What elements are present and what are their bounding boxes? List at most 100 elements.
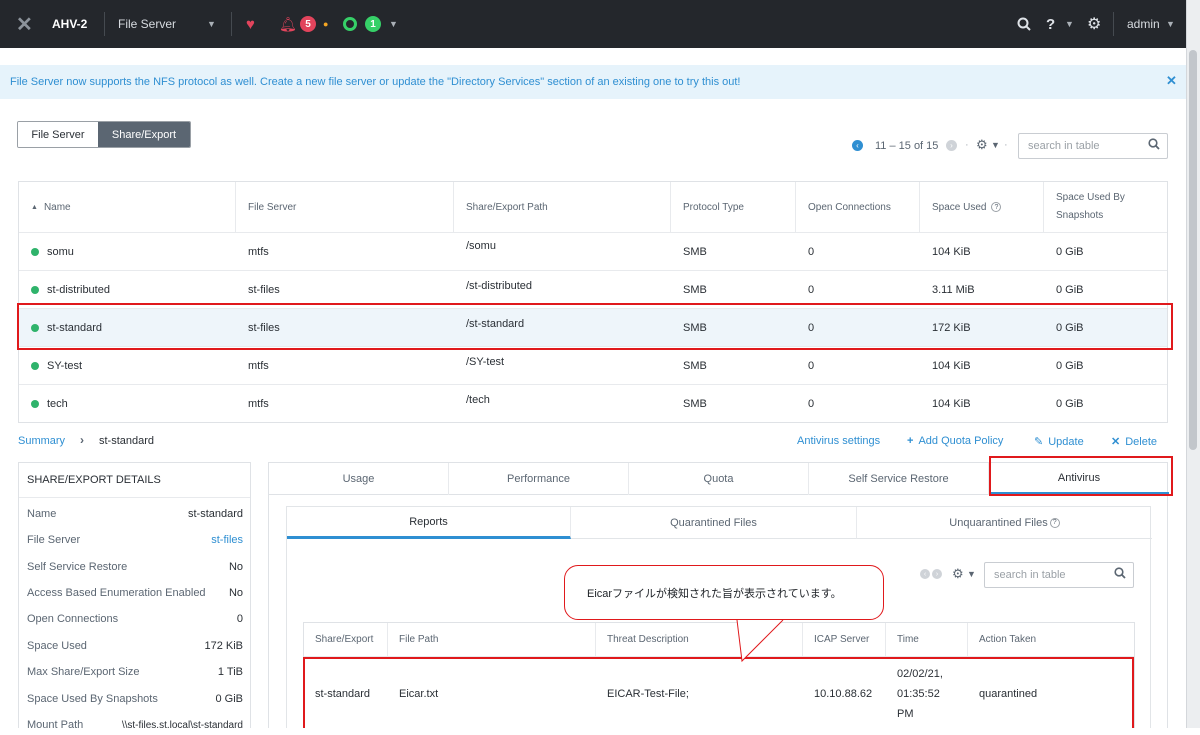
open-connections: 0 (808, 245, 815, 258)
file-server: mtfs (248, 359, 269, 372)
report-search-input[interactable] (985, 563, 1105, 587)
update-link[interactable]: ✎ Update (1034, 435, 1084, 448)
table-header-row: Share/Export File Path Threat Descriptio… (304, 623, 1134, 657)
column-header-file-server[interactable]: File Server (236, 182, 454, 232)
subtab-unquarantined-files[interactable]: Unquarantined Files? (857, 507, 1152, 539)
column-header-share[interactable]: Share/Export (304, 623, 388, 656)
chevron-right-icon: › (80, 433, 84, 447)
add-quota-policy-link[interactable]: + Add Quota Policy (907, 435, 1003, 447)
space-used: 104 KiB (932, 397, 971, 410)
divider (19, 497, 250, 498)
protocol: SMB (683, 397, 707, 410)
column-header-space-used[interactable]: Space Used? (920, 182, 1044, 232)
space-used-snapshots: 0 GiB (1056, 245, 1084, 258)
detail-row: Access Based Enumeration Enabled No (27, 587, 243, 599)
table-settings-gear-icon[interactable]: ⚙ (976, 137, 988, 153)
column-header-action-taken[interactable]: Action Taken (968, 623, 1136, 656)
column-header-name[interactable]: ▲ Name (19, 182, 236, 232)
help-icon[interactable]: ? (1046, 0, 1055, 48)
shares-table: ▲ Name File Server Share/Export Path Prot… (18, 181, 1168, 423)
table-search-box (1018, 133, 1168, 159)
help-icon[interactable]: ? (1049, 517, 1060, 528)
report-pagination: ‹ › (920, 569, 944, 581)
previous-page-icon[interactable]: ‹ (852, 140, 863, 151)
chevron-down-icon[interactable]: ▼ (1065, 0, 1074, 48)
subtab-quarantined-files[interactable]: Quarantined Files (571, 507, 857, 539)
next-page-icon[interactable]: › (932, 569, 942, 579)
table-row[interactable]: SY-test mtfs /SY-test SMB 0 104 KiB 0 Gi… (19, 346, 1167, 384)
warning-dot-icon: ● (323, 19, 329, 29)
topbar-divider (104, 12, 105, 36)
chevron-down-icon[interactable]: ▼ (207, 0, 216, 48)
search-icon[interactable] (1017, 0, 1031, 48)
info-banner: File Server now supports the NFS protoco… (0, 65, 1186, 99)
chevron-down-icon[interactable]: ▼ (1166, 0, 1175, 48)
breadcrumb-summary-link[interactable]: Summary (18, 435, 65, 447)
plus-icon: + (907, 435, 914, 447)
subtab-reports[interactable]: Reports (287, 507, 571, 539)
space-used-snapshots: 0 GiB (1056, 359, 1084, 372)
next-page-icon[interactable]: › (946, 140, 957, 151)
table-row[interactable]: somu mtfs /somu SMB 0 104 KiB 0 GiB (19, 232, 1167, 270)
alerts-bell-icon[interactable]: 🔔︎ (279, 0, 297, 48)
alerts-count-badge[interactable]: 5 (300, 16, 316, 32)
scrollbar-thumb[interactable] (1189, 50, 1197, 450)
tab-usage[interactable]: Usage (269, 463, 449, 495)
topbar-divider (231, 12, 232, 36)
tab-quota[interactable]: Quota (629, 463, 809, 495)
share-name: somu (47, 245, 74, 258)
antivirus-settings-link[interactable]: Antivirus settings (797, 435, 880, 447)
help-icon[interactable]: ? (991, 202, 1002, 212)
pagination-range: 11 – 15 of 15 (875, 140, 939, 152)
column-header-icap-server[interactable]: ICAP Server (803, 623, 886, 656)
breadcrumb-current: st-standard (99, 435, 155, 447)
previous-page-icon[interactable]: ‹ (920, 569, 930, 579)
report-settings-gear-icon[interactable]: ⚙ (952, 566, 964, 582)
space-used: 104 KiB (932, 245, 971, 258)
detail-row: Self Service Restore No (27, 561, 243, 573)
table-search-input[interactable] (1019, 134, 1139, 158)
health-heart-icon[interactable]: ♥ (246, 0, 255, 48)
column-header-time[interactable]: Time (886, 623, 968, 656)
tasks-count-badge[interactable]: 1 (365, 16, 381, 32)
share-export-view-button[interactable]: Share/Export (98, 122, 190, 147)
close-icon[interactable]: ✕ (1166, 73, 1177, 89)
column-header-file-path[interactable]: File Path (388, 623, 596, 656)
table-row[interactable]: tech mtfs /tech SMB 0 104 KiB 0 GiB (19, 384, 1167, 422)
file-server: mtfs (248, 245, 269, 258)
column-header-protocol[interactable]: Protocol Type (671, 182, 796, 232)
search-icon[interactable] (1148, 138, 1160, 153)
column-header-path[interactable]: Share/Export Path (454, 182, 671, 232)
chevron-down-icon[interactable]: ▼ (967, 569, 976, 579)
report-search-box (984, 562, 1134, 588)
chevron-down-icon[interactable]: ▼ (389, 0, 398, 48)
tab-self-service-restore[interactable]: Self Service Restore (809, 463, 989, 495)
antivirus-tab-highlight-frame (989, 456, 1173, 496)
detail-row: Open Connections 0 (27, 613, 243, 625)
delete-link[interactable]: ✕ Delete (1111, 435, 1157, 448)
column-header-open-connections[interactable]: Open Connections (796, 182, 920, 232)
file-server: mtfs (248, 397, 269, 410)
close-icon: ✕ (1111, 436, 1121, 448)
user-menu[interactable]: admin (1127, 0, 1160, 48)
share-name: tech (47, 397, 68, 410)
search-icon[interactable] (1114, 567, 1126, 582)
column-header-space-used-snapshots[interactable]: Space Used By Snapshots (1044, 182, 1168, 232)
tab-performance[interactable]: Performance (449, 463, 629, 495)
share-name: SY-test (47, 359, 83, 372)
file-server-link[interactable]: st-files (211, 534, 243, 546)
share-path: /tech (466, 393, 490, 406)
report-row-highlight-frame (303, 657, 1134, 728)
file-server-view-button[interactable]: File Server (18, 122, 98, 147)
prism-logo-icon[interactable]: ✕ (16, 0, 38, 48)
sort-ascending-icon[interactable]: ▲ (31, 204, 38, 211)
detail-row: File Server st-files (27, 534, 243, 546)
share-details-panel: SHARE/EXPORT DETAILS Name st-standard Fil… (18, 462, 251, 731)
main-menu-label[interactable]: File Server (118, 0, 176, 48)
open-connections: 0 (808, 397, 815, 410)
chevron-down-icon[interactable]: ▼ (991, 140, 1000, 150)
tasks-circle-icon[interactable] (343, 17, 357, 31)
settings-gear-icon[interactable]: ⚙ (1087, 0, 1101, 48)
space-used: 104 KiB (932, 359, 971, 372)
cluster-name[interactable]: AHV-2 (52, 0, 87, 48)
